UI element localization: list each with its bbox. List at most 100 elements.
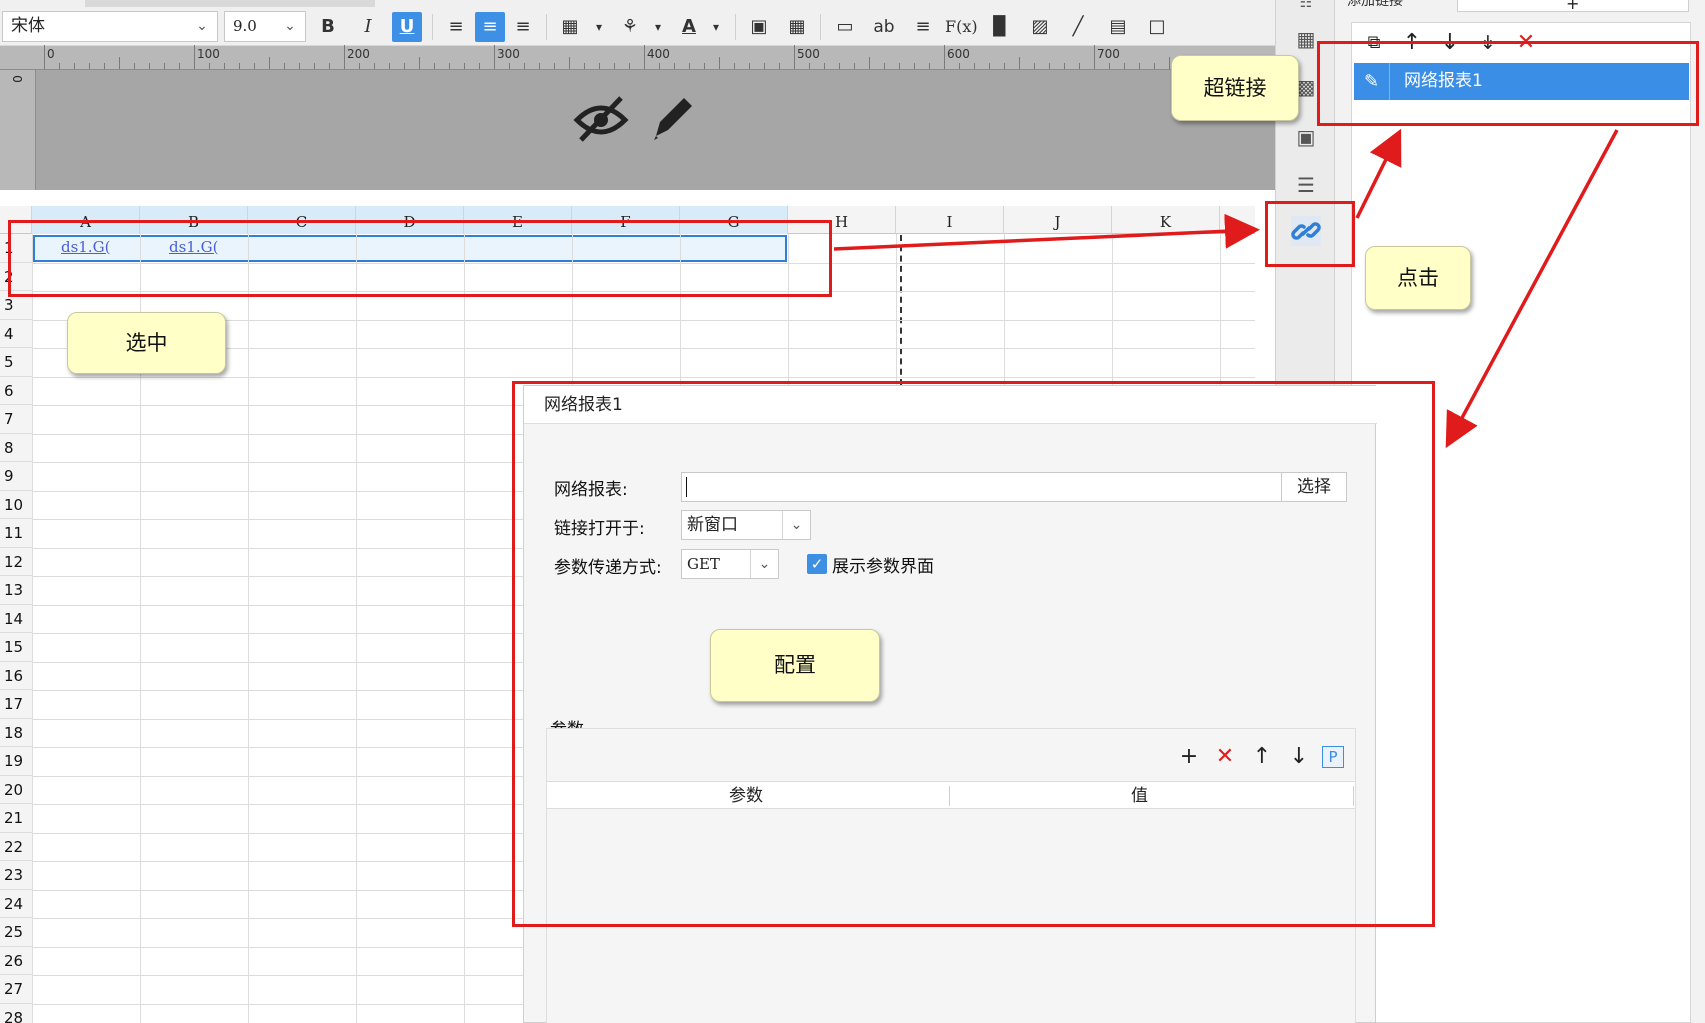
ruler-minor-tick [119,57,120,69]
row-header[interactable]: 23 [0,861,32,890]
row-header[interactable]: 8 [0,433,32,462]
ruler-minor-tick [884,63,885,69]
font-color-dropdown-icon[interactable]: ▾ [701,12,731,42]
row-header[interactable]: 17 [0,690,32,719]
ruler-minor-tick [1079,63,1080,69]
split-cells-icon[interactable]: ▦ [782,12,812,42]
insert-subreport-icon[interactable]: ▤ [1103,12,1133,42]
ruler-minor-tick [794,57,795,69]
ruler-minor-tick [299,63,300,69]
ruler-minor-tick [479,63,480,69]
font-family-value: 宋体 [11,16,45,36]
row-header[interactable]: 16 [0,661,32,690]
dropdown-widget-icon[interactable]: ▣ [1291,122,1321,152]
cell-attr-icon[interactable]: ☷ [1291,0,1321,10]
ruler-minor-tick [194,57,195,69]
horizontal-ruler: 0 100 200 300 400 500 600 700 [0,45,1275,70]
row-header[interactable]: 19 [0,747,32,776]
ruler-minor-tick [1049,63,1050,69]
grid-column-line [32,234,33,1023]
row-header[interactable]: 21 [0,804,32,833]
add-link-dropdown[interactable]: + [1457,0,1689,13]
vertical-ruler-label: 0 [9,75,24,83]
note-click: 点击 [1365,246,1471,310]
ruler-label: 500 [797,47,820,61]
row-header[interactable]: 26 [0,946,32,975]
ruler-minor-tick [239,63,240,69]
config-panel-highlight [512,381,1435,927]
ruler-minor-tick [944,57,945,69]
border-dropdown-icon[interactable]: ▾ [584,12,614,42]
insert-richtext-icon[interactable]: ≡ [908,12,938,42]
column-header[interactable]: J [1004,206,1112,234]
font-family-select[interactable]: 宋体 ⌄ [2,11,218,42]
font-size-select[interactable]: 9.0 ⌄ [224,11,306,42]
condition-attr-icon[interactable]: ☰ [1291,170,1321,200]
ruler-minor-tick [74,63,75,69]
row-header[interactable]: 27 [0,975,32,1004]
insert-chart-icon[interactable]: ▉ [985,12,1015,42]
row-header[interactable]: 15 [0,633,32,662]
ruler-minor-tick [1004,63,1005,69]
column-header[interactable]: I [896,206,1004,234]
bold-button[interactable]: B [313,12,343,42]
ruler-label: 200 [347,47,370,61]
ruler-minor-tick [104,63,105,69]
insert-formula-icon[interactable]: F(x) [945,12,978,42]
merge-cells-icon[interactable]: ▣ [744,12,774,42]
border-icon[interactable]: ▦ [555,12,585,42]
ruler-minor-tick [404,63,405,69]
row-header[interactable]: 13 [0,576,32,605]
ruler-minor-tick [149,63,150,69]
fill-color-icon[interactable]: ⚘ [615,12,645,42]
ruler-minor-tick [824,63,825,69]
column-header[interactable]: K [1112,206,1220,234]
align-right-icon[interactable]: ≡ [508,12,538,42]
insert-text-icon[interactable]: ab [869,12,899,42]
ruler-minor-tick [1019,57,1020,69]
ruler-minor-tick [1124,63,1125,69]
row-header[interactable]: 20 [0,775,32,804]
ruler-minor-tick [674,63,675,69]
ruler-minor-tick [569,57,570,69]
row-header[interactable]: 22 [0,832,32,861]
ruler-minor-tick [164,63,165,69]
row-header[interactable]: 18 [0,718,32,747]
underline-button[interactable]: U [392,12,422,42]
font-size-value: 9.0 [233,17,257,35]
ruler-minor-tick [449,63,450,69]
row-header[interactable]: 12 [0,547,32,576]
insert-slash-icon[interactable]: ╱ [1063,12,1093,42]
row-header[interactable]: 5 [0,348,32,377]
pencil-icon[interactable] [650,92,696,142]
align-left-icon[interactable]: ≡ [441,12,471,42]
row-header[interactable]: 10 [0,490,32,519]
ruler-label: 0 [47,47,55,61]
row-header[interactable]: 24 [0,889,32,918]
ruler-minor-tick [869,57,870,69]
hidden-eye-icon[interactable] [573,92,629,144]
ruler-label: 100 [197,47,220,61]
ruler-minor-tick [554,63,555,69]
row-header[interactable]: 11 [0,519,32,548]
row-header[interactable]: 7 [0,405,32,434]
ruler-minor-tick [659,63,660,69]
grid-column-line [464,234,465,1023]
font-color-icon[interactable]: A [674,12,704,42]
row-header[interactable]: 28 [0,1003,32,1023]
ruler-minor-tick [809,63,810,69]
italic-button[interactable]: I [353,12,383,42]
row-header[interactable]: 4 [0,319,32,348]
row-header[interactable]: 9 [0,462,32,491]
row-header[interactable]: 14 [0,604,32,633]
row-header[interactable]: 25 [0,918,32,947]
ruler-minor-tick [344,57,345,69]
row-header[interactable]: 6 [0,376,32,405]
insert-cell-icon[interactable]: ▭ [830,12,860,42]
ruler-minor-tick [929,63,930,69]
fill-dropdown-icon[interactable]: ▾ [643,12,673,42]
align-center-icon[interactable]: ≡ [475,12,505,42]
cell-border-icon[interactable]: □ [1142,12,1172,42]
insert-image-icon[interactable]: ▨ [1025,12,1055,42]
ruler-minor-tick [1064,63,1065,69]
